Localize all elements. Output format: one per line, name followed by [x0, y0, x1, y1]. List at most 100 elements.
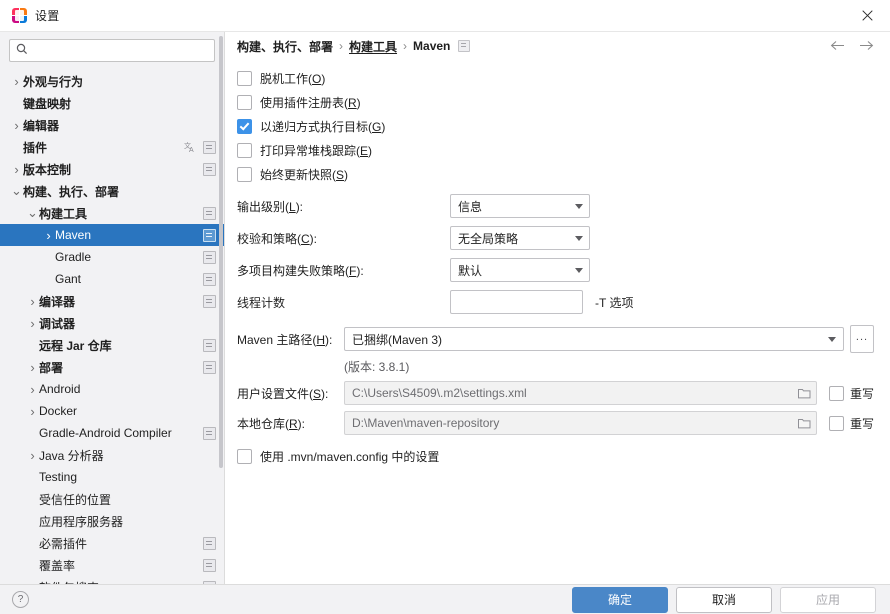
sidebar-item-7[interactable]: › Maven — [0, 224, 224, 246]
local-repository-override-checkbox[interactable] — [828, 415, 844, 431]
maven-option-checkbox-0[interactable] — [237, 70, 252, 86]
sidebar-item-6[interactable]: ⌄ 构建工具 — [0, 202, 224, 224]
sidebar-item-10[interactable]: › 编译器 — [0, 290, 224, 312]
thread-count-row: 线程计数 -T 选项 — [237, 286, 874, 318]
sidebar-item-23[interactable]: ›软件包搜索 — [0, 576, 224, 584]
settings-sidebar: ›外观与行为›键盘映射›编辑器›插件文A›版本控制⌄构建、执行、部署⌄构建工具›… — [0, 32, 225, 584]
sidebar-item-12[interactable]: ›远程 Jar 仓库 — [0, 334, 224, 356]
sidebar-item-4[interactable]: › 版本控制 — [0, 158, 224, 180]
close-button[interactable] — [844, 0, 890, 30]
chevron-down-icon[interactable] — [821, 336, 843, 342]
user-settings-file-row: 用户设置文件(S): C:\Users\S4509\.m2\settings.x… — [237, 378, 874, 408]
chevron-down-icon — [569, 267, 589, 273]
arrow-right-icon[interactable] — [859, 39, 874, 53]
maven-option-checkbox-1[interactable] — [237, 94, 252, 110]
help-icon[interactable]: ? — [12, 591, 29, 608]
sidebar-item-1[interactable]: ›键盘映射 — [0, 92, 224, 114]
sidebar-item-22[interactable]: ›覆盖率 — [0, 554, 224, 576]
mvn-config-row[interactable]: 使用 .mvn/maven.config 中的设置 — [237, 444, 874, 468]
user-settings-override[interactable]: 重写 — [828, 385, 874, 402]
sidebar-item-16[interactable]: ›Gradle-Android Compiler — [0, 422, 224, 444]
chevron-right-icon[interactable]: › — [26, 316, 39, 331]
sidebar-item-0[interactable]: › 外观与行为 — [0, 70, 224, 92]
chevron-right-icon[interactable]: › — [26, 294, 39, 309]
sidebar-item-5[interactable]: ⌄ 构建、执行、部署 — [0, 180, 224, 202]
settings-tree[interactable]: ›外观与行为›键盘映射›编辑器›插件文A›版本控制⌄构建、执行、部署⌄构建工具›… — [0, 70, 224, 584]
chevron-right-icon[interactable]: › — [42, 228, 55, 243]
folder-icon[interactable] — [794, 388, 816, 399]
settings-marker-icon — [203, 250, 216, 264]
local-repository-input[interactable]: D:\Maven\maven-repository — [344, 411, 817, 435]
search-box[interactable] — [9, 39, 215, 62]
checksum-policy-select[interactable]: 无全局策略 — [450, 226, 590, 250]
sidebar-item-21[interactable]: ›必需插件 — [0, 532, 224, 554]
chevron-right-icon[interactable]: › — [10, 118, 23, 133]
chevron-right-icon[interactable]: › — [26, 448, 39, 463]
sidebar-item-14[interactable]: › Android — [0, 378, 224, 400]
maven-option-row-1[interactable]: 使用插件注册表(R) — [237, 90, 874, 114]
maven-option-row-0[interactable]: 脱机工作(O) — [237, 66, 874, 90]
settings-marker-icon — [203, 272, 216, 286]
apply-button[interactable]: 应用 — [780, 586, 876, 613]
sidebar-item-3[interactable]: ›插件文A — [0, 136, 224, 158]
chevron-right-icon[interactable]: › — [26, 404, 39, 419]
chevron-right-icon[interactable]: › — [26, 360, 39, 375]
sidebar-item-18[interactable]: ›Testing — [0, 466, 224, 488]
sidebar-item-label: 键盘映射 — [23, 96, 72, 111]
arrow-left-icon[interactable] — [830, 39, 845, 53]
sidebar-item-8[interactable]: ›Gradle — [0, 246, 224, 268]
local-repository-override[interactable]: 重写 — [828, 415, 874, 432]
sidebar-item-label: 远程 Jar 仓库 — [39, 338, 112, 353]
thread-count-note: -T 选项 — [595, 295, 634, 310]
cancel-button[interactable]: 取消 — [676, 586, 772, 613]
sidebar-item-label: Java 分析器 — [39, 448, 104, 463]
settings-content-pane: 构建、执行、部署 › 构建工具 › Maven 脱机工作(O) 使用插件注册表(… — [225, 32, 890, 584]
sidebar-item-15[interactable]: › Docker — [0, 400, 224, 422]
sidebar-item-20[interactable]: ›应用程序服务器 — [0, 510, 224, 532]
chevron-right-icon[interactable]: › — [10, 162, 23, 177]
sidebar-scrollbar[interactable] — [218, 32, 224, 584]
maven-option-row-3[interactable]: 打印异常堆栈跟踪(E) — [237, 138, 874, 162]
maven-home-browse-button[interactable]: ... — [850, 325, 874, 353]
search-input[interactable] — [31, 43, 208, 58]
chevron-down-icon[interactable]: ⌄ — [26, 206, 39, 219]
chevron-down-icon[interactable]: ⌄ — [10, 184, 23, 197]
search-icon — [16, 43, 28, 58]
breadcrumb-item-0[interactable]: 构建、执行、部署 — [237, 38, 333, 55]
maven-option-checkbox-3[interactable] — [237, 142, 252, 158]
user-settings-file-input[interactable]: C:\Users\S4509\.m2\settings.xml — [344, 381, 817, 405]
user-settings-override-checkbox[interactable] — [828, 385, 844, 401]
multiproject-fail-policy-select[interactable]: 默认 — [450, 258, 590, 282]
intellij-idea-icon — [12, 7, 27, 23]
settings-marker-icon — [203, 426, 216, 440]
output-level-select[interactable]: 信息 — [450, 194, 590, 218]
chevron-right-icon[interactable]: › — [26, 382, 39, 397]
sidebar-item-9[interactable]: ›Gant — [0, 268, 224, 290]
sidebar-item-2[interactable]: › 编辑器 — [0, 114, 224, 136]
sidebar-item-17[interactable]: › Java 分析器 — [0, 444, 224, 466]
user-settings-file-label: 用户设置文件(S): — [237, 386, 329, 401]
maven-option-checkbox-2[interactable] — [237, 118, 252, 134]
sidebar-item-label: Testing — [39, 470, 78, 484]
maven-version-note: (版本: 3.8.1) — [344, 359, 410, 374]
sidebar-item-label: Docker — [39, 404, 78, 418]
maven-option-row-4[interactable]: 始终更新快照(S) — [237, 162, 874, 186]
breadcrumb-item-1[interactable]: 构建工具 — [349, 38, 397, 55]
checksum-policy-label: 校验和策略(C): — [237, 231, 318, 246]
sidebar-item-11[interactable]: › 调试器 — [0, 312, 224, 334]
sidebar-item-label: 必需插件 — [39, 536, 88, 551]
maven-option-checkbox-4[interactable] — [237, 166, 252, 182]
ok-button[interactable]: 确定 — [572, 586, 668, 613]
thread-count-input[interactable] — [450, 290, 583, 314]
settings-marker-icon — [203, 338, 216, 352]
maven-home-combo[interactable]: 已捆绑(Maven 3) — [344, 327, 844, 351]
sidebar-item-19[interactable]: ›受信任的位置 — [0, 488, 224, 510]
maven-option-label-4: 始终更新快照(S) — [260, 167, 349, 182]
sidebar-item-13[interactable]: › 部署 — [0, 356, 224, 378]
mvn-config-checkbox[interactable] — [237, 448, 252, 464]
output-level-row: 输出级别(L): 信息 — [237, 190, 874, 222]
settings-marker-icon — [203, 162, 216, 176]
folder-icon[interactable] — [794, 418, 816, 429]
chevron-right-icon[interactable]: › — [10, 74, 23, 89]
maven-option-row-2[interactable]: 以递归方式执行目标(G) — [237, 114, 874, 138]
